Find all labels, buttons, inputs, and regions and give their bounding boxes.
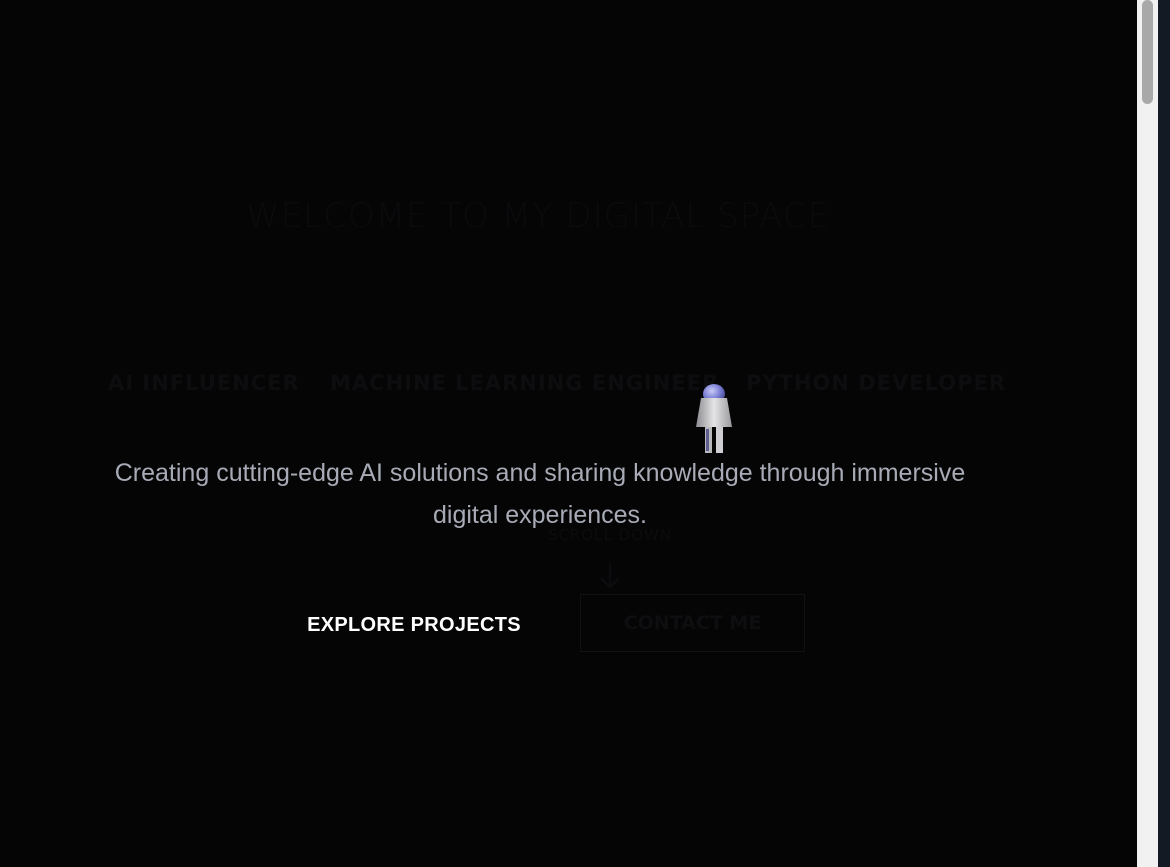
role-ml-engineer: MACHINE LEARNING ENGINEER: [330, 371, 720, 395]
scroll-down-label[interactable]: SCROLL DOWN: [530, 526, 690, 544]
window-edge: [1158, 0, 1170, 867]
role-ai-influencer: AI INFLUENCER: [108, 371, 300, 395]
explore-projects-button[interactable]: EXPLORE PROJECTS: [292, 598, 536, 652]
role-python-developer: PYTHON DEVELOPER: [746, 371, 1007, 395]
contact-me-button[interactable]: CONTACT ME: [580, 594, 805, 652]
scrollbar-track[interactable]: [1137, 0, 1158, 867]
robot-icon: [696, 384, 732, 453]
hero-welcome-heading: WELCOME TO MY DIGITAL SPACE: [246, 196, 830, 236]
tagline-line-1: Creating cutting-edge AI solutions and s…: [114, 459, 966, 487]
scrollbar-thumb[interactable]: [1142, 0, 1153, 104]
arrow-down-icon[interactable]: [598, 562, 622, 590]
hero-section: WELCOME TO MY DIGITAL SPACE AI INFLUENCE…: [0, 0, 1137, 867]
hero-tagline: Creating cutting-edge AI solutions and s…: [40, 452, 1040, 536]
